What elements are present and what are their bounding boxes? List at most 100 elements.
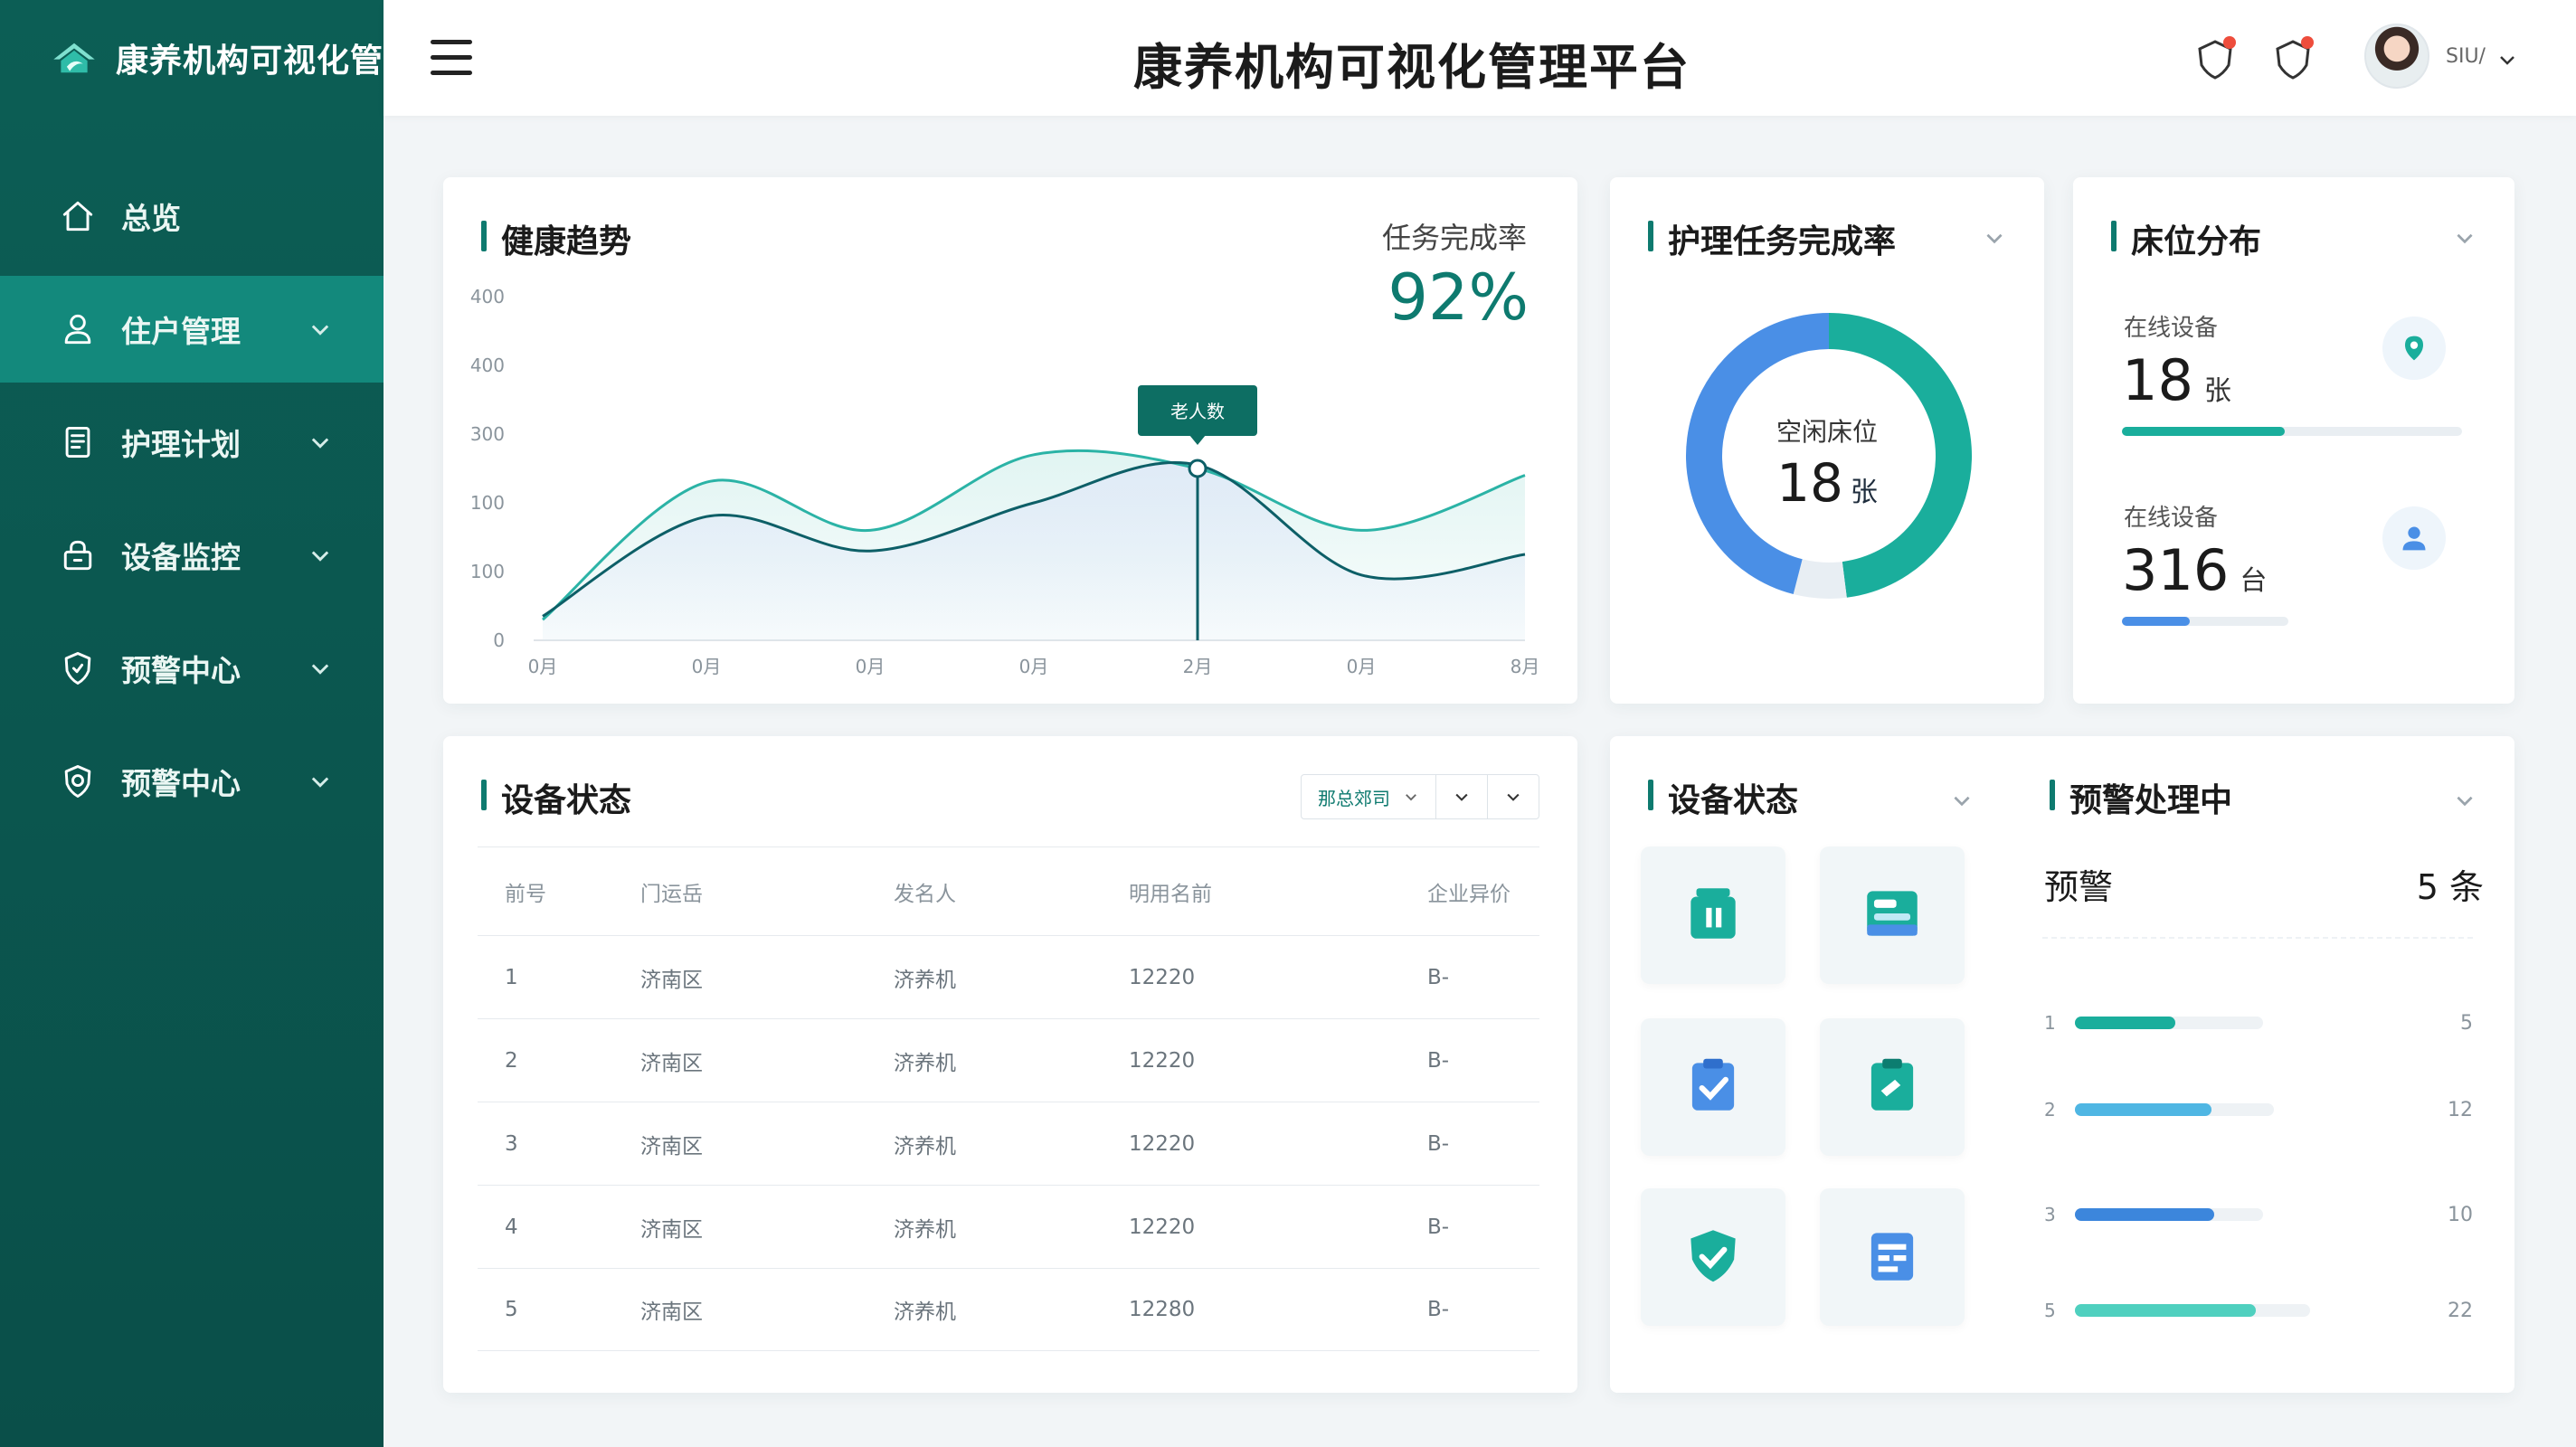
device-status-table-card: 设备状态 那总郊司 前号 门运岳 发名人 明用名前 企业异价 1 济南区 济养机 12220 B-… [443,736,1577,1393]
marker-point[interactable] [1188,459,1208,478]
notification-shield-icon[interactable] [2192,36,2238,81]
device-tile[interactable] [1820,1018,1965,1156]
table-cell: 12280 [1129,1298,1196,1321]
table-cell: 济养机 [894,1134,956,1159]
x-tick-label: 2月 [1183,656,1213,677]
column-header[interactable]: 明用名前 [1056,876,1310,907]
alert-shield-icon[interactable] [2270,36,2316,81]
sidebar-item-5[interactable]: 预警中心 [0,728,384,835]
device-tile[interactable] [1820,1188,1965,1326]
bed-value-number: 316 [2122,537,2230,603]
bed-distribution-title: 床位分布 [2111,215,2261,262]
bed-distribution-card: 床位分布 在线设备 18 张 在线设备 316 台 [2073,177,2514,704]
filter-dropdown-2[interactable] [1436,775,1488,818]
table-cell: 济养机 [894,1217,956,1242]
sidebar-item-2[interactable]: 护理计划 [0,389,384,496]
house-logo-icon [53,43,95,73]
shield-icon [56,647,99,690]
table-cell: 12220 [1129,965,1196,989]
user-avatar[interactable] [2364,24,2429,89]
alerts-title: 预警处理中 [2050,774,2232,821]
chevron-down-icon[interactable] [1950,789,1974,812]
alert-progress-track [2075,1017,2263,1029]
user-icon [56,307,99,351]
table-cell: 济南区 [640,1300,703,1324]
table-row[interactable]: 5 济南区 济养机 12280 B- [478,1268,1539,1351]
table-cell: 济南区 [640,1134,703,1159]
device-tile[interactable] [1641,1188,1785,1326]
chevron-down-icon[interactable] [2496,49,2518,71]
table-row[interactable]: 4 济南区 济养机 12220 B- [478,1185,1539,1268]
sidebar-item-0[interactable]: 总览 [0,163,384,270]
location-pin-icon [2382,317,2446,380]
chevron-down-icon [311,325,329,336]
table-row[interactable]: 3 济南区 济养机 12220 B- [478,1102,1539,1185]
filter-select[interactable]: 那总郊司 [1302,775,1436,818]
badge-icon [56,760,99,803]
alert-index: 5 [2044,1300,2056,1321]
alert-value: 12 [2448,1098,2473,1121]
bed-item-label: 在线设备 [2124,315,2219,342]
chevron-down-icon [311,438,329,449]
alert-progress-track [2075,1208,2263,1221]
home-icon [56,194,99,238]
notification-dot [2223,36,2236,49]
sidebar-item-3[interactable]: 设备监控 [0,502,384,609]
sidebar-item-label: 护理计划 [121,427,241,462]
health-trend-chart: 0 100 100 300 400 400 0月 0月 0月 0月 2月 0月 8月 老人数 [470,286,1540,677]
column-header[interactable]: 发名人 [812,876,1056,907]
table-cell: 12220 [1129,1215,1196,1239]
page-title: 康养机构可视化管理平台 [1133,39,1690,96]
donut-value: 18 [1776,452,1843,514]
table-cell: B- [1427,1131,1450,1156]
x-tick-label: 0月 [1019,656,1049,677]
table-row[interactable]: 2 济南区 济养机 12220 B- [478,1018,1539,1102]
clipboard-edit-icon [1859,1052,1926,1122]
alert-row[interactable]: 2 12 [2044,1096,2473,1123]
x-tick-label: 0月 [1347,656,1377,677]
sidebar-item-label: 住户管理 [121,314,241,349]
bed-value-number: 18 [2122,347,2193,413]
table-cell: B- [1427,1298,1450,1321]
sidebar-item-label: 设备监控 [121,540,241,575]
nursing-completion-card: 护理任务完成率 空闲床位 18张 落脱落陇护问落闭空闲床位分布 [1610,177,2044,833]
table-cell: 济南区 [640,1217,703,1242]
filter-dropdown-3[interactable] [1488,775,1539,818]
chevron-down-icon [1406,794,1416,801]
device-tile[interactable] [1641,1018,1785,1156]
device-tile[interactable] [1641,846,1785,984]
device-tile[interactable] [1820,846,1965,984]
column-header[interactable]: 前号 [478,876,586,907]
column-header[interactable]: 企业异价 [1310,876,1539,907]
bed-item-label: 在线设备 [2124,505,2219,532]
sidebar-nav: 总览 住户管理 护理计划 设备监控 预警中心 预警中心 [0,163,384,835]
sidebar-item-1[interactable]: 住户管理 [0,276,384,383]
table-row[interactable]: 1 济南区 济养机 12220 B- [478,935,1539,1018]
alert-row[interactable]: 5 22 [2044,1297,2473,1324]
donut-segment[interactable] [1793,559,1847,599]
column-header[interactable]: 门运岳 [586,876,812,907]
alert-row[interactable]: 3 10 [2044,1201,2473,1228]
alert-index: 1 [2044,1012,2056,1034]
alert-count: 5 条 [2416,867,2484,907]
alert-value: 5 [2460,1011,2473,1035]
chevron-down-icon [1455,793,1468,801]
alert-progress-track [2075,1304,2310,1317]
brand[interactable]: 康养机构可视化管 [0,0,384,116]
donut-center-value: 18 张 [1610,452,2044,514]
card-icon [1859,880,1926,950]
user-name[interactable]: SIU/ [2446,45,2486,68]
sidebar: 康养机构可视化管 总览 住户管理 护理计划 设备监控 预警中心 预警中心 [0,0,384,1447]
table-cell: 5 [505,1298,518,1321]
chevron-down-icon[interactable] [2453,226,2477,250]
table-cell: 4 [505,1215,518,1239]
sidebar-item-4[interactable]: 预警中心 [0,615,384,722]
alert-progress-fill [2075,1304,2256,1317]
bed-item-value: 316 台 [2122,537,2267,603]
chevron-down-icon[interactable] [2453,789,2477,812]
table-cell: B- [1427,1215,1450,1239]
lock-icon [56,534,99,577]
alert-row[interactable]: 1 5 [2044,1009,2473,1036]
y-tick-label: 100 [470,492,505,514]
person-icon [2382,506,2446,570]
